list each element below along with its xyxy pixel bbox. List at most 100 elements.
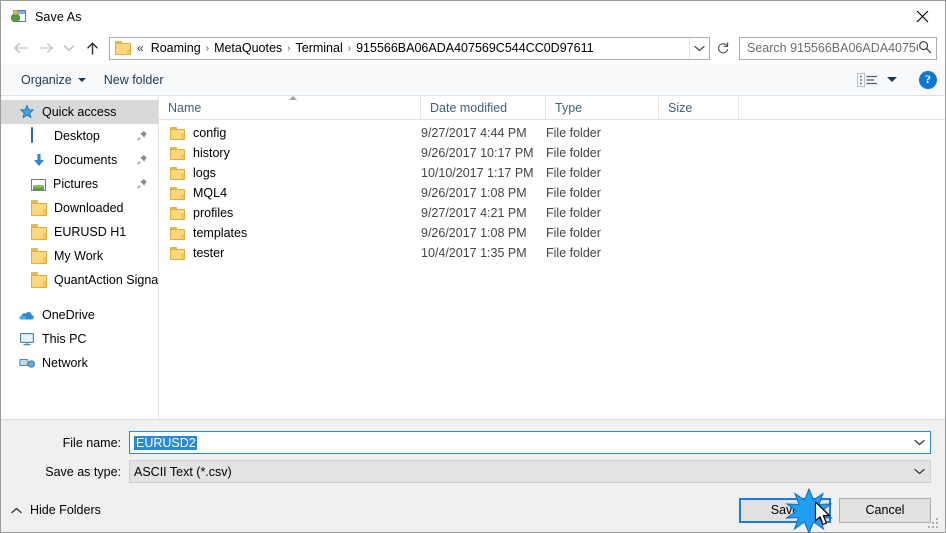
folder-icon bbox=[31, 272, 47, 288]
table-row[interactable]: MQL4 9/26/2017 1:08 PM File folder bbox=[159, 183, 945, 203]
sidebar-item-desktop[interactable]: Desktop bbox=[1, 124, 158, 148]
file-name-label: profiles bbox=[193, 206, 234, 220]
sidebar-item-quick-access[interactable]: Quick access bbox=[1, 100, 158, 124]
pin-icon[interactable] bbox=[137, 178, 148, 189]
save-button[interactable]: Save bbox=[739, 497, 831, 523]
breadcrumb-item-guid[interactable]: 915566BA06ADA407569C544CC0D97611 bbox=[352, 40, 597, 56]
file-name-label: templates bbox=[193, 226, 248, 240]
back-arrow-icon[interactable] bbox=[7, 35, 33, 61]
file-name-cell: config bbox=[159, 126, 421, 140]
resize-grip[interactable] bbox=[928, 516, 941, 529]
save-as-type-select[interactable]: ASCII Text (*.csv) bbox=[129, 460, 931, 483]
file-name-label: File name: bbox=[62, 435, 121, 450]
view-options-icon[interactable] bbox=[857, 72, 879, 88]
forward-arrow-icon[interactable] bbox=[33, 35, 59, 61]
breadcrumb-folder-icon bbox=[115, 41, 131, 55]
column-header-name[interactable]: Name bbox=[159, 96, 421, 119]
breadcrumb-overflow-icon[interactable]: « bbox=[136, 41, 147, 55]
sidebar-item-label: Quick access bbox=[42, 105, 117, 119]
command-bar: Organize New folder ? bbox=[1, 64, 945, 96]
up-arrow-icon[interactable] bbox=[79, 35, 105, 61]
sidebar-item-quantaction-signal[interactable]: QuantAction Signal bbox=[1, 268, 158, 292]
hide-folders-label: Hide Folders bbox=[30, 503, 101, 517]
column-header-type[interactable]: Type bbox=[546, 96, 659, 119]
organize-label: Organize bbox=[21, 72, 72, 87]
address-dropdown-chevron-down-icon[interactable] bbox=[689, 37, 709, 59]
recent-locations-chevron-down-icon[interactable] bbox=[59, 35, 79, 61]
network-icon bbox=[19, 355, 35, 371]
address-bar[interactable]: « Roaming › MetaQuotes › Terminal › 9155… bbox=[109, 36, 710, 60]
new-folder-button[interactable]: New folder bbox=[98, 70, 170, 90]
window-title: Save As bbox=[35, 9, 82, 24]
dialog-body: Quick access Desktop Documents Pictures … bbox=[1, 96, 945, 419]
refresh-icon[interactable] bbox=[711, 37, 735, 60]
search-icon[interactable] bbox=[918, 40, 932, 57]
sidebar-item-label: OneDrive bbox=[42, 308, 95, 322]
save-as-icon bbox=[11, 9, 27, 25]
table-row[interactable]: config 9/27/2017 4:44 PM File folder bbox=[159, 123, 945, 143]
sidebar-item-label: EURUSD H1 bbox=[54, 225, 127, 239]
file-date-cell: 10/10/2017 1:17 PM bbox=[421, 166, 534, 180]
view-options-chevron-down-icon[interactable] bbox=[887, 77, 897, 82]
sidebar-item-onedrive[interactable]: OneDrive bbox=[1, 303, 158, 327]
save-as-type-chevron-down-icon[interactable] bbox=[908, 461, 930, 482]
search-input[interactable]: Search 915566BA06ADA40756... bbox=[739, 36, 937, 60]
sidebar-item-label: QuantAction Signal bbox=[54, 273, 158, 287]
table-row[interactable]: templates 9/26/2017 1:08 PM File folder bbox=[159, 223, 945, 243]
breadcrumb-item-roaming[interactable]: Roaming bbox=[147, 40, 205, 56]
file-name-label: MQL4 bbox=[193, 186, 228, 200]
table-row[interactable]: profiles 9/27/2017 4:21 PM File folder bbox=[159, 203, 945, 223]
file-list-rows: config 9/27/2017 4:44 PM File folder his… bbox=[159, 120, 945, 419]
breadcrumb: « Roaming › MetaQuotes › Terminal › 9155… bbox=[136, 40, 689, 56]
sidebar-item-downloaded[interactable]: Downloaded bbox=[1, 196, 158, 220]
column-header-date-modified[interactable]: Date modified bbox=[421, 96, 546, 119]
column-header-label: Name bbox=[168, 100, 202, 115]
file-date-cell: 10/4/2017 1:35 PM bbox=[421, 246, 527, 260]
command-bar-right: ? bbox=[857, 70, 937, 89]
column-header-size[interactable]: Size bbox=[659, 96, 739, 119]
breadcrumb-item-metaquotes[interactable]: MetaQuotes bbox=[210, 40, 286, 56]
cancel-button[interactable]: Cancel bbox=[839, 497, 931, 523]
help-button[interactable]: ? bbox=[919, 70, 937, 89]
button-row: Hide Folders Save Cancel bbox=[1, 488, 945, 532]
sidebar-item-this-pc[interactable]: This PC bbox=[1, 327, 158, 351]
close-button[interactable] bbox=[899, 1, 945, 31]
folder-icon bbox=[170, 126, 185, 140]
file-name-cell: history bbox=[159, 146, 421, 160]
pin-icon[interactable] bbox=[137, 130, 148, 141]
file-type-cell: File folder bbox=[546, 226, 601, 240]
sidebar-item-label: Network bbox=[42, 356, 88, 370]
chevron-down-icon bbox=[77, 77, 86, 82]
table-row[interactable]: logs 10/10/2017 1:17 PM File folder bbox=[159, 163, 945, 183]
table-row[interactable]: tester 10/4/2017 1:35 PM File folder bbox=[159, 243, 945, 263]
file-name-chevron-down-icon[interactable] bbox=[908, 432, 930, 453]
sidebar-item-my-work[interactable]: My Work bbox=[1, 244, 158, 268]
file-name-input[interactable]: EURUSD2 bbox=[129, 431, 931, 454]
sidebar-item-network[interactable]: Network bbox=[1, 351, 158, 375]
organize-button[interactable]: Organize bbox=[15, 70, 92, 90]
file-name-label: tester bbox=[193, 246, 225, 260]
sidebar-item-pictures[interactable]: Pictures bbox=[1, 172, 158, 196]
hide-folders-button[interactable]: Hide Folders bbox=[11, 503, 101, 517]
folder-icon bbox=[170, 206, 185, 220]
documents-download-icon bbox=[31, 152, 47, 168]
file-type-cell: File folder bbox=[546, 206, 601, 220]
file-type-cell: File folder bbox=[546, 186, 601, 200]
save-as-type-row: Save as type: ASCII Text (*.csv) bbox=[1, 459, 945, 484]
search-placeholder: Search 915566BA06ADA40756... bbox=[747, 41, 918, 55]
sidebar-item-documents[interactable]: Documents bbox=[1, 148, 158, 172]
pin-icon[interactable] bbox=[137, 154, 148, 165]
sidebar-item-label: My Work bbox=[54, 249, 104, 263]
file-name-value-wrapper: EURUSD2 bbox=[130, 435, 197, 450]
save-as-type-value: ASCII Text (*.csv) bbox=[134, 464, 232, 479]
folder-icon bbox=[170, 146, 185, 160]
star-icon bbox=[19, 104, 35, 120]
sidebar-item-label: This PC bbox=[42, 332, 87, 346]
folder-icon bbox=[170, 226, 185, 240]
file-name-cell: MQL4 bbox=[159, 186, 421, 200]
title-bar: Save As bbox=[1, 1, 945, 32]
file-name-cell: profiles bbox=[159, 206, 421, 220]
sidebar-item-eurusd-h1[interactable]: EURUSD H1 bbox=[1, 220, 158, 244]
table-row[interactable]: history 9/26/2017 10:17 PM File folder bbox=[159, 143, 945, 163]
breadcrumb-item-terminal[interactable]: Terminal bbox=[292, 40, 347, 56]
